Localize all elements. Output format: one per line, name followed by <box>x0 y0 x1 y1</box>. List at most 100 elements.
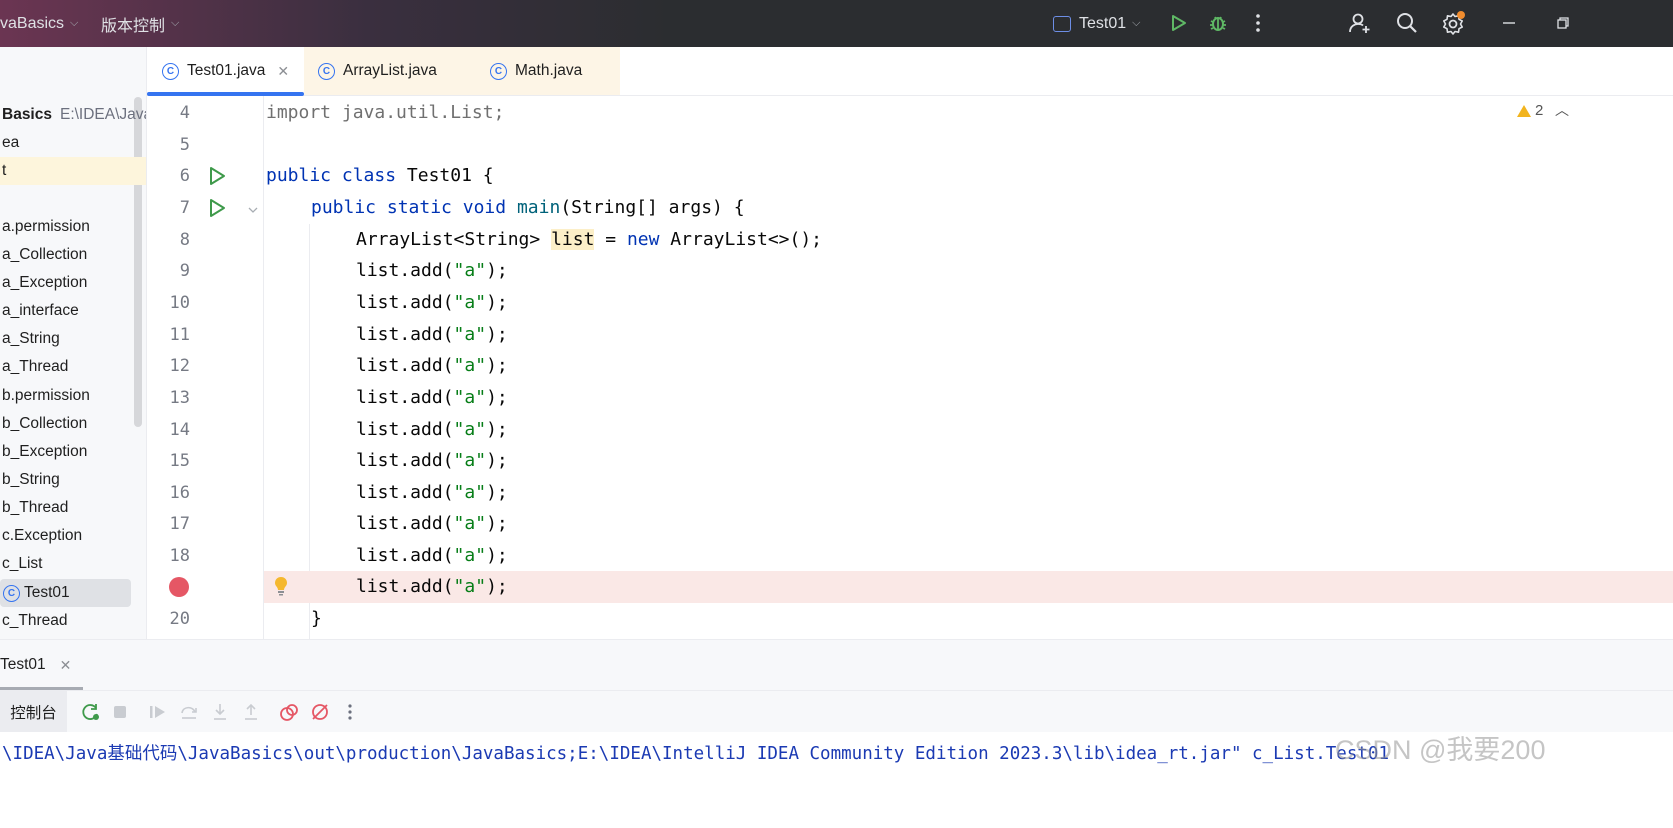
watermark: CSDN @我要200 <box>1335 735 1546 765</box>
tree-item-selected[interactable]: C Test01 <box>0 579 131 607</box>
line-number: 8 <box>179 230 190 250</box>
code-editor[interactable]: 2 ︿ 4 import java.util.List; 5 6 public … <box>147 96 1673 639</box>
tree-item[interactable]: a.permission <box>0 213 146 241</box>
view-breakpoints-icon[interactable] <box>278 701 300 723</box>
code-line: 13 list.add("a"); <box>147 382 1673 414</box>
chevron-down-icon: ⌵ <box>171 17 180 29</box>
class-icon: C <box>318 62 335 80</box>
code-line: 20 } <box>147 603 1673 635</box>
close-icon[interactable]: ✕ <box>60 657 72 674</box>
debug-session-label: Test01 <box>0 656 46 673</box>
project-name: vaBasics <box>0 14 65 32</box>
line-number: 10 <box>169 293 190 313</box>
tree-item[interactable]: a_interface <box>0 297 146 325</box>
code-line: 4 import java.util.List; <box>147 97 1673 129</box>
resume-icon[interactable] <box>147 701 169 723</box>
code-text: list.add("a"); <box>356 260 508 281</box>
mute-breakpoints-icon[interactable] <box>309 701 331 723</box>
tree-item[interactable]: b_Collection <box>0 410 146 438</box>
line-number: 16 <box>169 483 190 503</box>
step-out-icon[interactable] <box>240 701 262 723</box>
line-number: 15 <box>169 451 190 471</box>
tree-item[interactable]: ea <box>0 129 146 157</box>
code-text: list.add("a"); <box>356 513 508 534</box>
tab-arraylist[interactable]: C ArrayList.java <box>304 47 476 95</box>
line-number: 12 <box>169 356 190 376</box>
code-line: 7 public static void main(String[] args)… <box>147 192 1673 224</box>
breakpoint-icon[interactable] <box>169 577 189 597</box>
tab-label: Math.java <box>515 62 583 79</box>
project-selector[interactable]: vaBasics ⌵ <box>0 0 78 47</box>
code-text: public static void main(String[] args) { <box>311 197 745 218</box>
step-into-icon[interactable] <box>209 701 231 723</box>
code-text: list.add("a"); <box>356 419 508 440</box>
add-user-icon[interactable] <box>1347 10 1373 36</box>
tree-item[interactable]: t <box>0 157 146 185</box>
class-icon: C <box>3 584 20 602</box>
debug-icon[interactable] <box>1205 10 1231 36</box>
tree-item[interactable] <box>0 185 146 213</box>
more-vertical-icon[interactable] <box>1245 10 1271 36</box>
close-icon[interactable]: ✕ <box>277 63 289 80</box>
tree-item[interactable]: a_Exception <box>0 269 146 297</box>
tab-console[interactable]: 控制台 <box>0 691 67 733</box>
tree-item[interactable]: b.permission <box>0 382 146 410</box>
tree-item[interactable]: a_String <box>0 325 146 353</box>
chevron-down-icon: ⌵ <box>70 17 79 29</box>
line-number: 7 <box>179 198 190 218</box>
line-number: 11 <box>169 325 190 345</box>
class-icon: C <box>490 62 507 80</box>
code-line: 11 list.add("a"); <box>147 319 1673 351</box>
debug-toolbar: 控制台 <box>0 690 1673 733</box>
step-over-icon[interactable] <box>178 701 200 723</box>
code-line: 12 list.add("a"); <box>147 350 1673 382</box>
line-number: 5 <box>179 135 190 155</box>
code-line: 16 list.add("a"); <box>147 477 1673 509</box>
tab-label: Test01.java <box>187 62 266 79</box>
tree-item[interactable]: c_List <box>0 550 146 578</box>
settings-gear-icon[interactable] <box>1440 10 1466 36</box>
line-number: 14 <box>169 420 190 440</box>
tree-item[interactable]: a_Collection <box>0 241 146 269</box>
tree-item[interactable]: a_Thread <box>0 353 146 381</box>
code-line: 14 list.add("a"); <box>147 414 1673 446</box>
more-vertical-icon[interactable] <box>339 701 361 723</box>
line-number: 4 <box>179 103 190 123</box>
editor-tabs: C Test01.java ✕ C ArrayList.java C Math.… <box>147 47 1673 96</box>
tree-item[interactable]: b_Exception <box>0 438 146 466</box>
run-config-selector[interactable]: Test01 ⌵ <box>1053 0 1140 47</box>
console-line: \IDEA\Java基础代码\JavaBasics\out\production… <box>2 744 1389 764</box>
stop-icon[interactable] <box>109 701 131 723</box>
tree-item[interactable]: b_String <box>0 466 146 494</box>
code-line: 18 list.add("a"); <box>147 540 1673 572</box>
project-root[interactable]: Basics E:\IDEA\Java <box>0 101 147 129</box>
restore-window-icon[interactable] <box>1550 10 1576 36</box>
code-line: 17 list.add("a"); <box>147 508 1673 540</box>
run-gutter-icon[interactable] <box>207 166 227 190</box>
tab-test01[interactable]: C Test01.java ✕ <box>147 47 304 96</box>
minimize-icon[interactable] <box>1496 10 1522 36</box>
line-number: 20 <box>169 609 190 629</box>
project-sidebar: Basics E:\IDEA\Java ea t a.permission a_C… <box>0 47 147 639</box>
vcs-menu[interactable]: 版本控制 ⌵ <box>101 0 179 47</box>
debug-session-tab[interactable]: Test01 ✕ <box>0 640 83 690</box>
rerun-icon[interactable] <box>80 701 102 723</box>
search-icon[interactable] <box>1394 10 1420 36</box>
tree-item[interactable]: c_Thread <box>0 607 146 635</box>
tree-item[interactable]: c.Exception <box>0 522 146 550</box>
tab-math[interactable]: C Math.java <box>476 47 620 95</box>
code-text: list.add("a"); <box>356 576 508 597</box>
tab-label: ArrayList.java <box>343 62 437 79</box>
project-root-name: Basics <box>2 106 52 123</box>
run-gutter-icon[interactable] <box>207 198 227 222</box>
code-text: import java.util.List; <box>266 102 505 123</box>
code-text: list.add("a"); <box>356 545 508 566</box>
code-line: 6 public class Test01 { <box>147 160 1673 192</box>
code-text: list.add("a"); <box>356 450 508 471</box>
project-root-path: E:\IDEA\Java <box>59 106 147 123</box>
tree-item[interactable]: b_Thread <box>0 494 146 522</box>
code-line: 10 list.add("a"); <box>147 287 1673 319</box>
fold-chevron-icon[interactable] <box>247 202 259 219</box>
code-line: 9 list.add("a"); <box>147 255 1673 287</box>
run-icon[interactable] <box>1165 10 1191 36</box>
